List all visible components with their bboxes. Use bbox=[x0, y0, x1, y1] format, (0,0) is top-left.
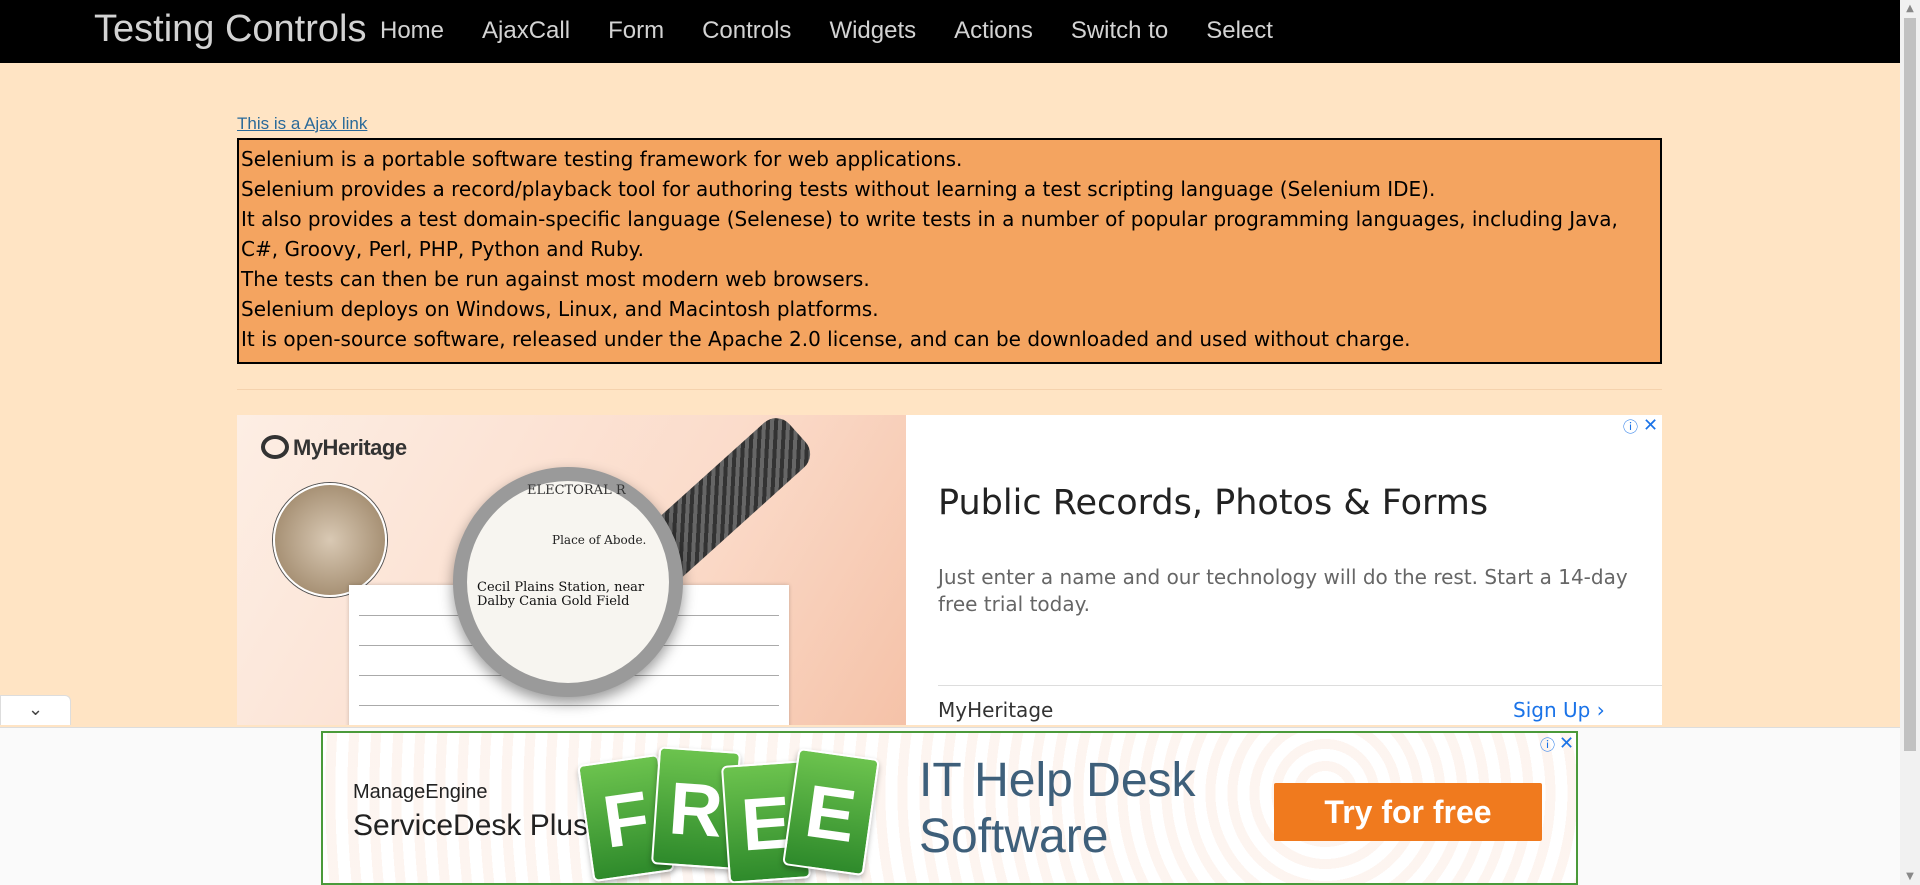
nav-item-switch-to[interactable]: Switch to bbox=[1071, 17, 1168, 45]
nav-item-controls[interactable]: Controls bbox=[702, 17, 791, 45]
nav-item-form[interactable]: Form bbox=[608, 17, 664, 45]
ajax-line: It also provides a test domain-specific … bbox=[241, 207, 1618, 261]
divider bbox=[237, 389, 1662, 390]
sign-up-label: Sign Up bbox=[1513, 698, 1591, 722]
sign-up-link[interactable]: Sign Up › bbox=[1513, 698, 1605, 722]
scroll-down-icon[interactable]: ▼ bbox=[1900, 868, 1920, 885]
ad-close-icon[interactable]: ✕ bbox=[1559, 733, 1574, 754]
myheritage-logo-text: MyHeritage bbox=[293, 435, 407, 460]
ad-divider bbox=[938, 685, 1662, 686]
try-for-free-button[interactable]: Try for free bbox=[1274, 783, 1542, 841]
chevron-down-icon: ⌄ bbox=[27, 699, 44, 720]
nav-item-widgets[interactable]: Widgets bbox=[829, 17, 916, 45]
ajax-content-box: Selenium is a portable software testing … bbox=[237, 138, 1662, 364]
navbar-brand[interactable]: Testing Controls bbox=[94, 8, 366, 51]
nav-item-select[interactable]: Select bbox=[1206, 17, 1273, 45]
magnified-subheader: Place of Abode. bbox=[552, 533, 647, 547]
nav-menu: Home AjaxCall Form Controls Widgets Acti… bbox=[380, 17, 1311, 45]
manageengine-logo: ManageEngine bbox=[353, 781, 488, 803]
magnified-text: Cecil Plains Station, near Dalby Cania G… bbox=[477, 580, 645, 609]
banner-ad-manageengine[interactable]: ManageEngine ServiceDesk Plus F R E E IT… bbox=[321, 731, 1578, 885]
headline-line: IT Help Desk bbox=[919, 754, 1196, 807]
scroll-thumb[interactable] bbox=[1904, 18, 1916, 751]
scroll-up-icon[interactable]: ▲ bbox=[1900, 0, 1920, 17]
ad-headline: IT Help Desk Software bbox=[919, 753, 1196, 865]
train-photo bbox=[273, 483, 387, 597]
vertical-scrollbar[interactable]: ▲ ▼ bbox=[1900, 0, 1920, 885]
myheritage-logo: MyHeritage bbox=[261, 435, 407, 461]
product-name: ServiceDesk Plus bbox=[353, 809, 589, 842]
ad-image[interactable]: MyHeritage ELECTORAL R Place of Abode. C… bbox=[237, 415, 906, 725]
myheritage-logo-icon bbox=[261, 435, 289, 459]
magnified-header: ELECTORAL R bbox=[527, 483, 626, 498]
nav-item-actions[interactable]: Actions bbox=[954, 17, 1033, 45]
ad-info-icon[interactable]: ⓘ bbox=[1540, 734, 1555, 755]
display-ad-myheritage[interactable]: MyHeritage ELECTORAL R Place of Abode. C… bbox=[237, 415, 1662, 725]
free-tags: F R E E bbox=[577, 741, 880, 883]
ajax-line: Selenium deploys on Windows, Linux, and … bbox=[241, 297, 879, 321]
ajax-line: Selenium provides a record/playback tool… bbox=[241, 177, 1436, 201]
ajax-link[interactable]: This is a Ajax link bbox=[237, 114, 367, 134]
ad-copy[interactable]: Public Records, Photos & Forms Just ente… bbox=[938, 415, 1662, 725]
headline-line: Software bbox=[919, 810, 1109, 863]
ad-title[interactable]: Public Records, Photos & Forms bbox=[938, 483, 1488, 523]
ajax-line: It is open-source software, released und… bbox=[241, 327, 1411, 351]
tag-letter: E bbox=[782, 747, 880, 877]
top-navbar: Testing Controls Home AjaxCall Form Cont… bbox=[0, 0, 1900, 63]
ad-close-icon[interactable]: ✕ bbox=[1643, 415, 1658, 436]
nav-item-home[interactable]: Home bbox=[380, 17, 444, 45]
nav-item-ajaxcall[interactable]: AjaxCall bbox=[482, 17, 570, 45]
ajax-line: Selenium is a portable software testing … bbox=[241, 147, 963, 171]
chevron-right-icon: › bbox=[1596, 698, 1605, 722]
ad-brand[interactable]: MyHeritage bbox=[938, 698, 1053, 722]
doc-row bbox=[359, 705, 779, 706]
ajax-line: The tests can then be run against most m… bbox=[241, 267, 870, 291]
ad-info-icon[interactable]: ⓘ bbox=[1623, 416, 1638, 437]
collapse-ad-button[interactable]: ⌄ bbox=[0, 695, 71, 725]
ad-description[interactable]: Just enter a name and our technology wil… bbox=[938, 564, 1658, 618]
magnifying-glass-icon: ELECTORAL R Place of Abode. Cecil Plains… bbox=[453, 467, 683, 697]
